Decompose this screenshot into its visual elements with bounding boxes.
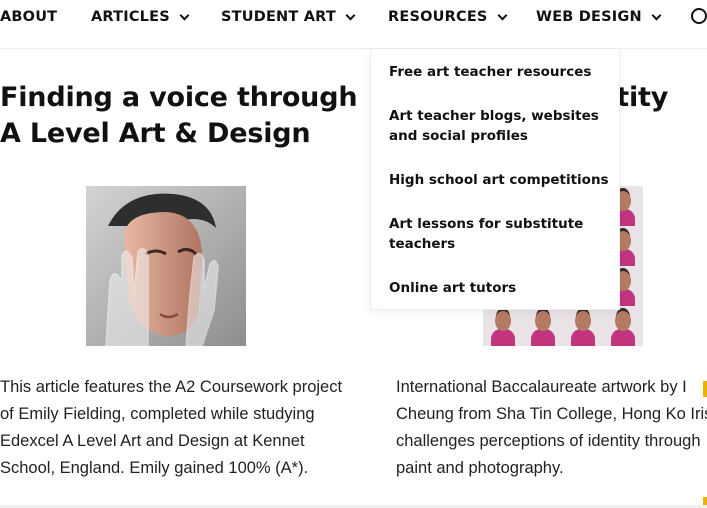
menu-item-free-resources[interactable]: Free art teacher resources — [389, 62, 609, 82]
article-thumbnail[interactable] — [86, 186, 246, 346]
portrait-artwork — [86, 186, 246, 346]
search-icon[interactable] — [691, 8, 707, 24]
photo-tile — [563, 306, 603, 346]
menu-item-competitions[interactable]: High school art competitions — [389, 170, 609, 190]
nav-item-web-design[interactable]: WEB DESIGN — [536, 9, 662, 25]
resources-dropdown-menu: Free art teacher resources Art teacher b… — [370, 49, 620, 310]
chevron-down-icon — [345, 10, 356, 20]
nav-label: RESOURCES — [388, 9, 488, 25]
article-excerpt: This article features the A2 Coursework … — [0, 378, 343, 477]
nav-item-resources[interactable]: RESOURCES — [388, 9, 508, 25]
nav-label: ARTICLES — [91, 9, 170, 25]
chevron-down-icon — [497, 10, 508, 20]
article-title[interactable]: Finding a voice through A Level Art & De… — [0, 80, 360, 152]
chevron-down-icon — [179, 10, 190, 20]
nav-label: STUDENT ART — [221, 9, 336, 25]
nav-item-articles[interactable]: ARTICLES — [91, 9, 190, 25]
photo-tile — [483, 306, 523, 346]
menu-item-substitute-lessons[interactable]: Art lessons for substitute teachers — [389, 214, 609, 254]
chevron-down-icon — [651, 10, 662, 20]
nav-item-about[interactable]: ABOUT — [0, 9, 57, 25]
menu-item-blogs[interactable]: Art teacher blogs, websites and social p… — [389, 106, 609, 146]
menu-item-online-tutors[interactable]: Online art tutors — [389, 278, 609, 298]
photo-tile — [523, 306, 563, 346]
nav-item-student-art[interactable]: STUDENT ART — [221, 9, 356, 25]
main-navigation: ABOUT ARTICLES STUDENT ART RESOURCES WEB… — [0, 0, 707, 38]
photo-tile — [603, 306, 643, 346]
nav-label: WEB DESIGN — [536, 9, 642, 25]
article-excerpt: International Baccalaureate artwork by I… — [396, 378, 707, 477]
highlight-mark — [703, 381, 707, 397]
nav-label: ABOUT — [0, 9, 58, 25]
highlight-mark — [703, 497, 707, 505]
